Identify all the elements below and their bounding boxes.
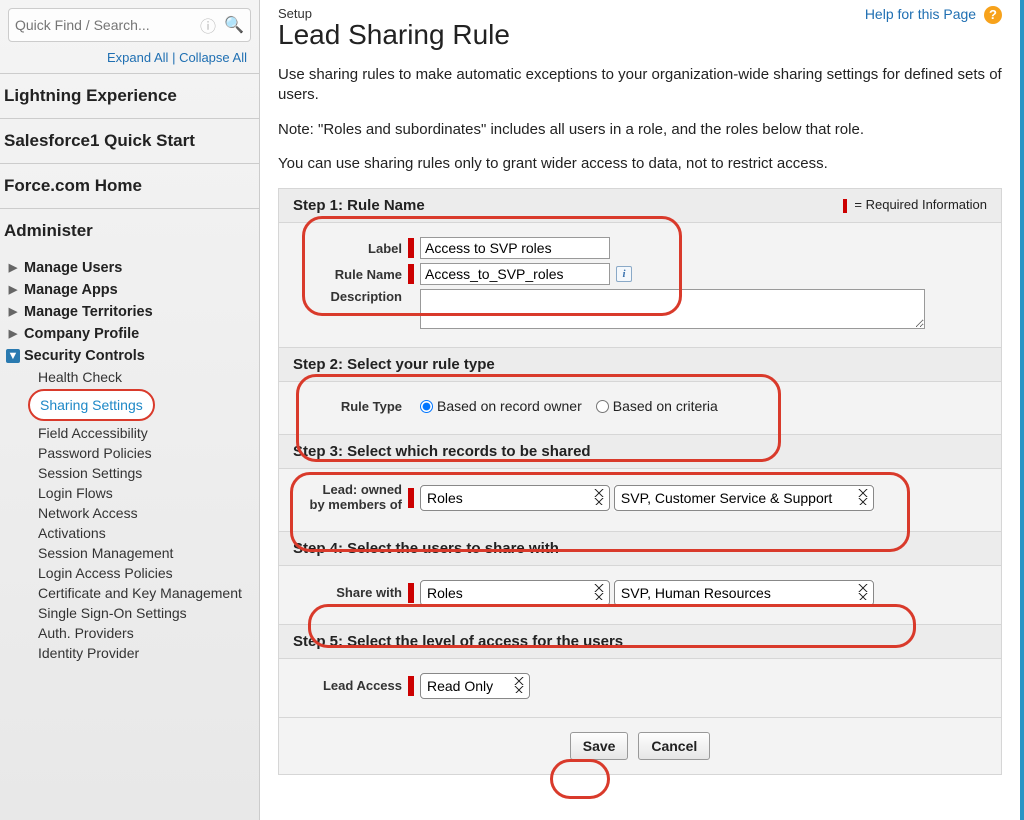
- sidebar-section-administer: Administer: [0, 208, 259, 253]
- required-bar-icon: [408, 583, 414, 603]
- required-bar-icon: [408, 488, 414, 508]
- tree-item-company-profile[interactable]: ▶ Company Profile: [4, 323, 259, 345]
- tree-item-manage-territories[interactable]: ▶ Manage Territories: [4, 301, 259, 323]
- share-value-select[interactable]: SVP, Human Resources: [614, 580, 874, 606]
- triangle-icon: ▶: [6, 261, 20, 275]
- share-type-select[interactable]: Roles: [420, 580, 610, 606]
- ruletype-owner-radio[interactable]: [420, 400, 433, 413]
- tree-sub-field-accessibility[interactable]: Field Accessibility: [4, 423, 259, 443]
- step3-body: Lead: owned by members of Roles SVP, Cus…: [279, 469, 1001, 531]
- intro-p3: You can use sharing rules only to grant …: [278, 154, 1002, 174]
- search-icon[interactable]: 🔍: [220, 15, 248, 35]
- step1-body: Label Rule Name i Description: [279, 223, 1001, 347]
- required-bar-icon: [408, 238, 414, 258]
- access-lbl: Lead Access: [293, 678, 408, 693]
- tree-sub-password-policies[interactable]: Password Policies: [4, 443, 259, 463]
- sidebar: ⓘ 🔍 Expand All | Collapse All Lightning …: [0, 0, 260, 820]
- intro-p1: Use sharing rules to make automatic exce…: [278, 65, 1002, 106]
- rulename-input[interactable]: [420, 263, 610, 285]
- info-icon: ⓘ: [196, 13, 220, 37]
- intro-p2: Note: "Roles and subordinates" includes …: [278, 120, 1002, 140]
- step5-body: Lead Access Read Only: [279, 659, 1001, 717]
- spacer: [408, 289, 414, 309]
- tree-sub-auth-providers[interactable]: Auth. Providers: [4, 623, 259, 643]
- step1-header: Step 1: Rule Name = Required Information: [279, 189, 1001, 223]
- tree-label: Manage Territories: [24, 304, 153, 320]
- step5-header: Step 5: Select the level of access for t…: [279, 624, 1001, 659]
- tree-sub-identity-provider[interactable]: Identity Provider: [4, 643, 259, 663]
- triangle-down-icon: ▼: [6, 349, 20, 363]
- label-input[interactable]: [420, 237, 610, 259]
- required-legend-text: = Required Information: [854, 197, 987, 212]
- tree-sub-sso-settings[interactable]: Single Sign-On Settings: [4, 603, 259, 623]
- required-bar-icon: [408, 264, 414, 284]
- sidebar-section-lightning[interactable]: Lightning Experience: [0, 73, 259, 118]
- description-lbl: Description: [293, 289, 408, 304]
- description-textarea[interactable]: [420, 289, 925, 329]
- expand-all-link[interactable]: Expand All: [107, 50, 168, 65]
- step4-body: Share with Roles SVP, Human Resources: [279, 566, 1001, 624]
- save-button[interactable]: Save: [570, 732, 629, 760]
- button-row: Save Cancel: [279, 717, 1001, 774]
- tree-sub-sharing-settings[interactable]: Sharing Settings: [28, 389, 155, 421]
- info-icon[interactable]: i: [616, 266, 632, 282]
- tree-label: Manage Users: [24, 260, 122, 276]
- owned-lbl-1: Lead: owned: [323, 482, 402, 497]
- help-label: Help for this Page: [865, 6, 976, 22]
- required-bar-icon: [408, 676, 414, 696]
- triangle-icon: ▶: [6, 305, 20, 319]
- triangle-icon: ▶: [6, 283, 20, 297]
- required-bar-icon: [843, 199, 847, 213]
- rulename-lbl: Rule Name: [293, 267, 408, 282]
- tree-sub-network-access[interactable]: Network Access: [4, 503, 259, 523]
- tree-label: Manage Apps: [24, 282, 118, 298]
- step1-title: Step 1: Rule Name: [293, 197, 425, 214]
- tree-sub-health-check[interactable]: Health Check: [4, 367, 259, 387]
- form-block: Step 1: Rule Name = Required Information…: [278, 188, 1002, 775]
- tree-sub-activations[interactable]: Activations: [4, 523, 259, 543]
- ruletype-criteria-radio[interactable]: [596, 400, 609, 413]
- help-link[interactable]: Help for this Page ?: [865, 6, 1002, 24]
- main-content: Help for this Page ? Setup Lead Sharing …: [260, 0, 1020, 820]
- tree-label: Security Controls: [24, 348, 145, 364]
- owned-value-select[interactable]: SVP, Customer Service & Support: [614, 485, 874, 511]
- access-select[interactable]: Read Only: [420, 673, 530, 699]
- tree-sub-session-settings[interactable]: Session Settings: [4, 463, 259, 483]
- quick-find-search[interactable]: ⓘ 🔍: [8, 8, 251, 42]
- help-icon: ?: [984, 6, 1002, 24]
- share-lbl: Share with: [293, 585, 408, 600]
- admin-tree: ▶ Manage Users ▶ Manage Apps ▶ Manage Terri…: [0, 253, 259, 669]
- collapse-all-link[interactable]: Collapse All: [179, 50, 247, 65]
- step2-header: Step 2: Select your rule type: [279, 347, 1001, 382]
- search-input[interactable]: [15, 17, 196, 33]
- tree-label: Company Profile: [24, 326, 139, 342]
- owned-lbl: Lead: owned by members of: [293, 483, 408, 513]
- owned-type-select[interactable]: Roles: [420, 485, 610, 511]
- step4-header: Step 4: Select the users to share with: [279, 531, 1001, 566]
- intro-text: Use sharing rules to make automatic exce…: [278, 65, 1002, 174]
- cancel-button[interactable]: Cancel: [638, 732, 710, 760]
- required-legend: = Required Information: [843, 197, 987, 213]
- sidebar-section-forcecom[interactable]: Force.com Home: [0, 163, 259, 208]
- spacer: [408, 396, 414, 416]
- ruletype-owner-label[interactable]: Based on record owner: [437, 398, 582, 414]
- sidebar-section-sf1[interactable]: Salesforce1 Quick Start: [0, 118, 259, 163]
- ruletype-lbl: Rule Type: [293, 399, 408, 414]
- tree-sub-login-access-policies[interactable]: Login Access Policies: [4, 563, 259, 583]
- label-lbl: Label: [293, 241, 408, 256]
- tree-sub-session-management[interactable]: Session Management: [4, 543, 259, 563]
- ruletype-criteria-label[interactable]: Based on criteria: [613, 398, 718, 414]
- tree-sub-login-flows[interactable]: Login Flows: [4, 483, 259, 503]
- owned-lbl-2: by members of: [310, 497, 402, 512]
- tree-item-manage-apps[interactable]: ▶ Manage Apps: [4, 279, 259, 301]
- tree-item-manage-users[interactable]: ▶ Manage Users: [4, 257, 259, 279]
- expand-collapse-links: Expand All | Collapse All: [0, 50, 259, 73]
- triangle-icon: ▶: [6, 327, 20, 341]
- step3-header: Step 3: Select which records to be share…: [279, 434, 1001, 469]
- step2-body: Rule Type Based on record owner Based on…: [279, 382, 1001, 434]
- tree-item-security-controls[interactable]: ▼ Security Controls: [4, 345, 259, 367]
- tree-sub-cert-key-management[interactable]: Certificate and Key Management: [4, 583, 259, 603]
